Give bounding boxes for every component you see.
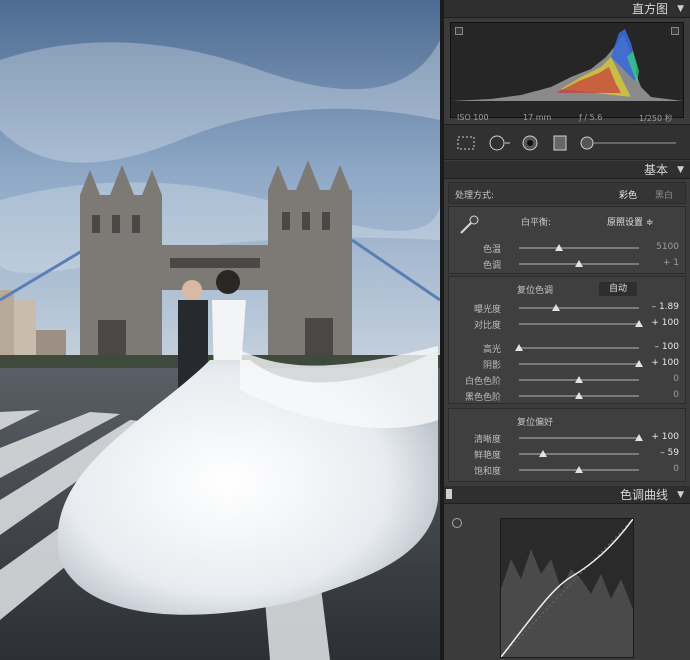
slider-track[interactable]: [519, 434, 643, 441]
slider-thumb[interactable]: [575, 466, 583, 473]
slider-value[interactable]: – 1.89: [639, 302, 679, 312]
slider-track[interactable]: [519, 320, 643, 327]
photo-canvas[interactable]: [0, 0, 440, 660]
slider-track[interactable]: [519, 466, 639, 473]
slider-label: 色温: [482, 245, 501, 255]
iso-value: ISO 100: [457, 113, 489, 122]
slider-label: 清晰度: [473, 435, 501, 445]
wb-label: 白平衡:: [521, 218, 552, 228]
slider-label: 白色色阶: [464, 377, 501, 387]
slider-temp: 色温 5100: [449, 241, 687, 255]
collapse-triangle-icon[interactable]: ▼: [677, 0, 684, 18]
wb-select[interactable]: 原照设置 ≑: [607, 215, 653, 228]
basic-title: 基本: [643, 163, 668, 177]
slider-value[interactable]: 5100: [639, 242, 679, 252]
slider-label: 阴影: [482, 361, 501, 371]
focal-length-value: 17 mm: [523, 113, 552, 122]
red-eye-icon[interactable]: [520, 134, 540, 152]
slider-value[interactable]: + 1: [639, 258, 679, 268]
slider-value[interactable]: + 100: [639, 432, 679, 442]
slider-exposure: 曝光度 – 1.89: [449, 301, 687, 315]
adjustment-brush-icon[interactable]: [578, 134, 678, 152]
slider-track[interactable]: [519, 376, 639, 383]
tone-curve-title: 色调曲线: [619, 488, 668, 502]
reset-tone-button[interactable]: 复位色调: [517, 283, 553, 296]
targeted-adjustment-icon[interactable]: [452, 518, 462, 528]
panel-switch-icon[interactable]: [446, 489, 452, 499]
slider-label: 高光: [482, 345, 501, 355]
presence-section: 复位偏好 清晰度 + 100 鲜艳度 – 59 饱和度 0: [448, 408, 686, 482]
slider-label: 曝光度: [473, 305, 501, 315]
tone-curve-graph[interactable]: [500, 518, 634, 658]
histogram-title: 直方图: [631, 2, 668, 16]
slider-thumb[interactable]: [554, 244, 563, 251]
treatment-color-button[interactable]: 彩色: [619, 188, 637, 201]
slider-value[interactable]: + 100: [639, 318, 679, 328]
wb-eyedropper-icon[interactable]: [457, 213, 481, 237]
tool-strip: [444, 124, 690, 160]
wedding-photo: [0, 0, 440, 660]
slider-label: 黑色色阶: [464, 393, 501, 403]
spot-removal-icon[interactable]: [488, 134, 510, 152]
slider-value[interactable]: 0: [639, 390, 679, 400]
slider-label: 鲜艳度: [473, 451, 501, 461]
treatment-label: 处理方式:: [455, 191, 495, 201]
tone-curve-header[interactable]: 色调曲线 ▼: [444, 486, 690, 504]
slider-track[interactable]: [519, 392, 639, 399]
slider-track[interactable]: [519, 244, 639, 251]
histogram-graph: [451, 29, 683, 101]
slider-track[interactable]: [519, 360, 643, 367]
slider-highlights: 高光 – 100: [449, 341, 687, 355]
slider-thumb[interactable]: [552, 304, 561, 311]
slider-track[interactable]: [519, 450, 639, 457]
slider-thumb[interactable]: [539, 450, 547, 457]
crop-tool-icon[interactable]: [456, 134, 476, 152]
treatment-bw-button[interactable]: 黑白: [655, 188, 673, 201]
slider-track[interactable]: [515, 344, 639, 351]
tone-section: 复位色调 自动 曝光度 – 1.89 对比度 + 100 高光 – 100 阴影…: [448, 276, 686, 404]
histogram-panel: ISO 100 17 mm ƒ / 5.6 1/250 秒: [450, 22, 684, 123]
tone-curve-panel: [448, 506, 686, 660]
slider-shadows: 阴影 + 100: [449, 357, 687, 371]
collapse-triangle-icon[interactable]: ▼: [677, 161, 684, 179]
slider-thumb[interactable]: [575, 260, 583, 267]
slider-tint: 色调 + 1: [449, 257, 687, 271]
slider-track[interactable]: [519, 260, 639, 267]
slider-value[interactable]: 0: [639, 464, 679, 474]
slider-thumb[interactable]: [515, 344, 523, 351]
slider-track[interactable]: [519, 304, 639, 311]
slider-clarity: 清晰度 + 100: [449, 431, 687, 445]
slider-whites: 白色色阶 0: [449, 373, 687, 387]
slider-value[interactable]: – 100: [639, 342, 679, 352]
develop-right-panel: 直方图 ▼ ISO 100 17 mm ƒ / 5.6 1/250 秒 基本 ▼…: [444, 0, 690, 660]
reset-presence-button[interactable]: 复位偏好: [517, 415, 553, 428]
slider-label: 色调: [482, 261, 501, 271]
white-balance-section: 白平衡: 原照设置 ≑ 色温 5100 色调 + 1: [448, 206, 686, 274]
collapse-triangle-icon[interactable]: ▼: [677, 486, 684, 504]
slider-vibrance: 鲜艳度 – 59: [449, 447, 687, 461]
basic-header[interactable]: 基本 ▼: [444, 161, 690, 179]
slider-thumb[interactable]: [575, 392, 583, 399]
slider-contrast: 对比度 + 100: [449, 317, 687, 331]
slider-value[interactable]: 0: [639, 374, 679, 384]
slider-value[interactable]: – 59: [639, 448, 679, 458]
auto-tone-button[interactable]: 自动: [599, 282, 637, 296]
treatment-row: 处理方式: 彩色 黑白: [448, 182, 686, 204]
graduated-filter-icon[interactable]: [550, 134, 570, 152]
slider-label: 对比度: [473, 321, 501, 331]
slider-blacks: 黑色色阶 0: [449, 389, 687, 403]
shutter-value: 1/250 秒: [639, 114, 673, 123]
aperture-value: ƒ / 5.6: [579, 113, 603, 122]
slider-saturation: 饱和度 0: [449, 463, 687, 477]
slider-thumb[interactable]: [575, 376, 583, 383]
slider-label: 饱和度: [473, 467, 501, 477]
histogram-header[interactable]: 直方图 ▼: [444, 0, 690, 18]
slider-value[interactable]: + 100: [639, 358, 679, 368]
